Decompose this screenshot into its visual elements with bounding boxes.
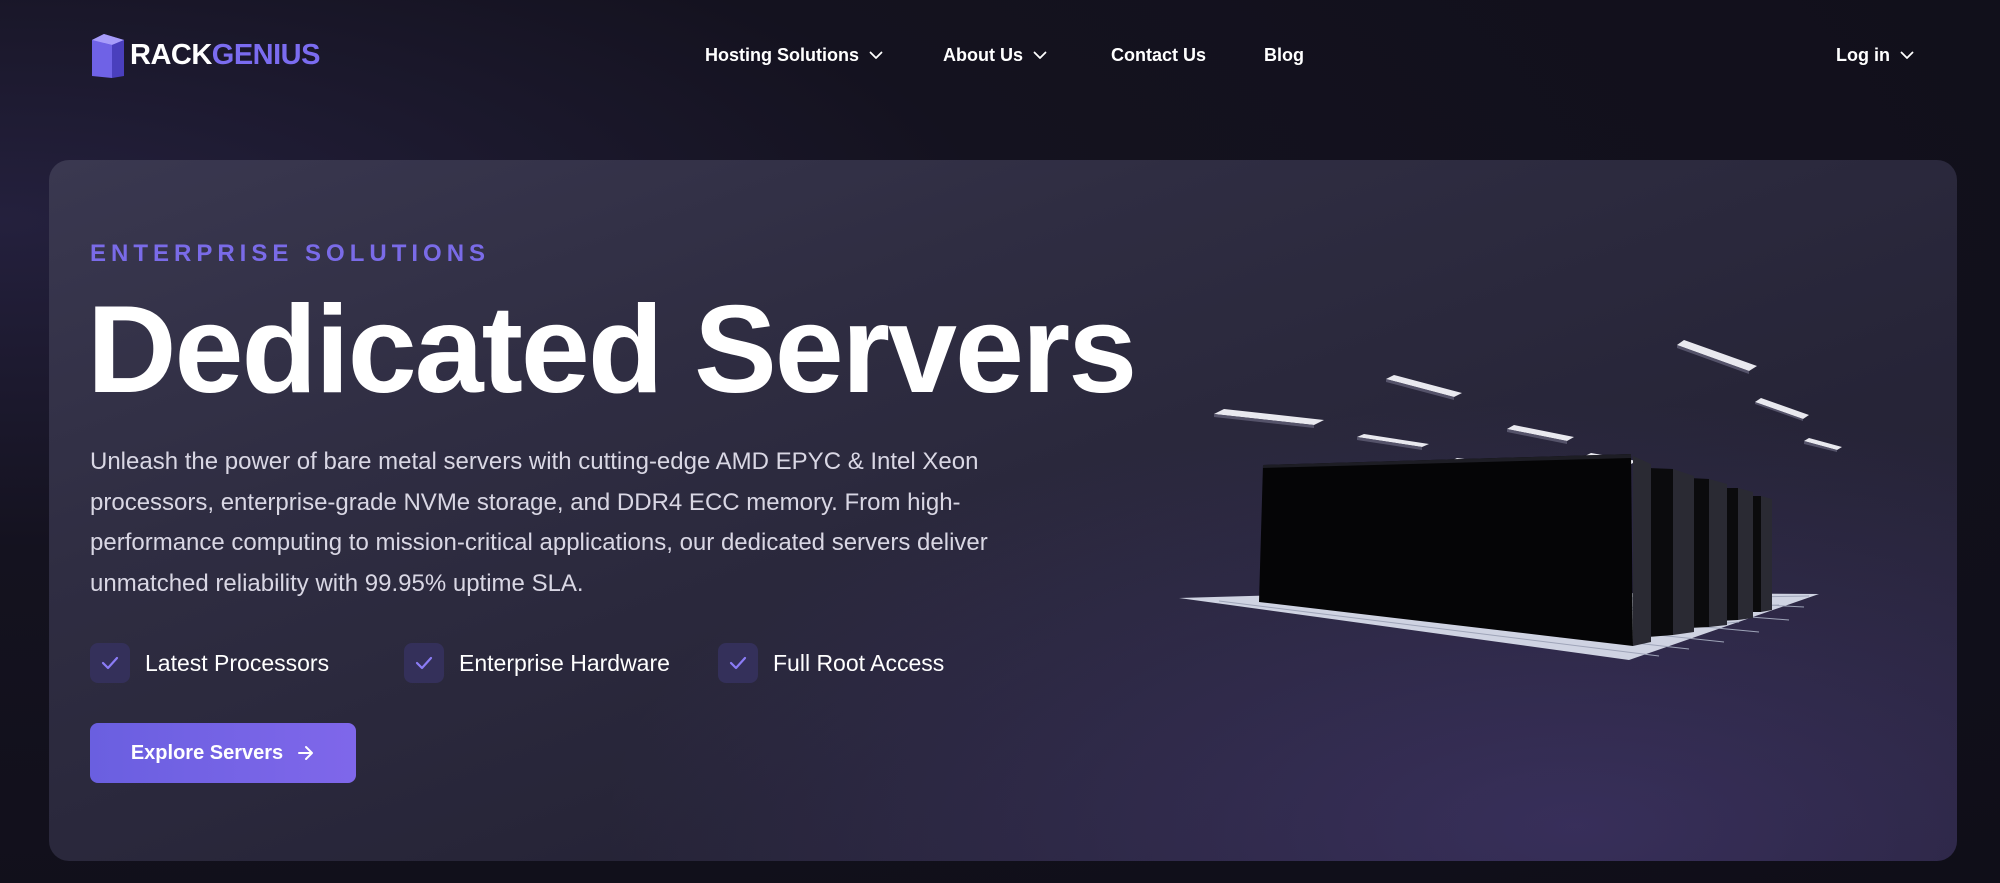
feature-item: Full Root Access [718,642,944,684]
feature-label: Full Root Access [773,649,945,676]
nav-item-label: Blog [1264,44,1304,65]
cta-label: Explore Servers [130,741,284,764]
chevron-down-icon [1900,51,1914,59]
login-menu[interactable]: Log in [1836,40,1914,70]
explore-servers-button[interactable]: Explore Servers [90,723,356,783]
feature-item: Enterprise Hardware [404,642,670,684]
check-icon [718,643,758,683]
site-header: RACKGENIUS Hosting Solutions About Us Co… [0,0,2000,110]
chevron-down-icon [869,51,883,59]
hero-title: Dedicated Servers [87,281,1137,419]
nav-item-label: About Us [943,44,1023,65]
feature-label: Enterprise Hardware [459,649,670,676]
nav-item-about-us[interactable]: About Us [943,40,1047,70]
nav-item-blog[interactable]: Blog [1264,40,1304,70]
check-icon [404,643,444,683]
hero-description: Unleash the power of bare metal servers … [90,448,988,597]
nav-item-label: Hosting Solutions [705,44,859,65]
hero-card: ENTERPRISE SOLUTIONS Dedicated Servers U… [49,160,1957,861]
nav-item-contact-us[interactable]: Contact Us [1111,40,1206,70]
chevron-down-icon [1033,51,1047,59]
main-nav: Hosting Solutions About Us Contact Us Bl… [0,40,2000,70]
hero-eyebrow: ENTERPRISE SOLUTIONS [90,240,491,267]
server-rack-illustration [1179,340,1842,660]
nav-item-label: Contact Us [1111,44,1207,65]
feature-item: Latest Processors [90,642,329,684]
arrow-right-icon [298,746,314,760]
check-icon [90,643,130,683]
feature-label: Latest Processors [145,649,330,676]
nav-item-hosting-solutions[interactable]: Hosting Solutions [705,40,883,70]
login-label: Log in [1836,44,1890,65]
